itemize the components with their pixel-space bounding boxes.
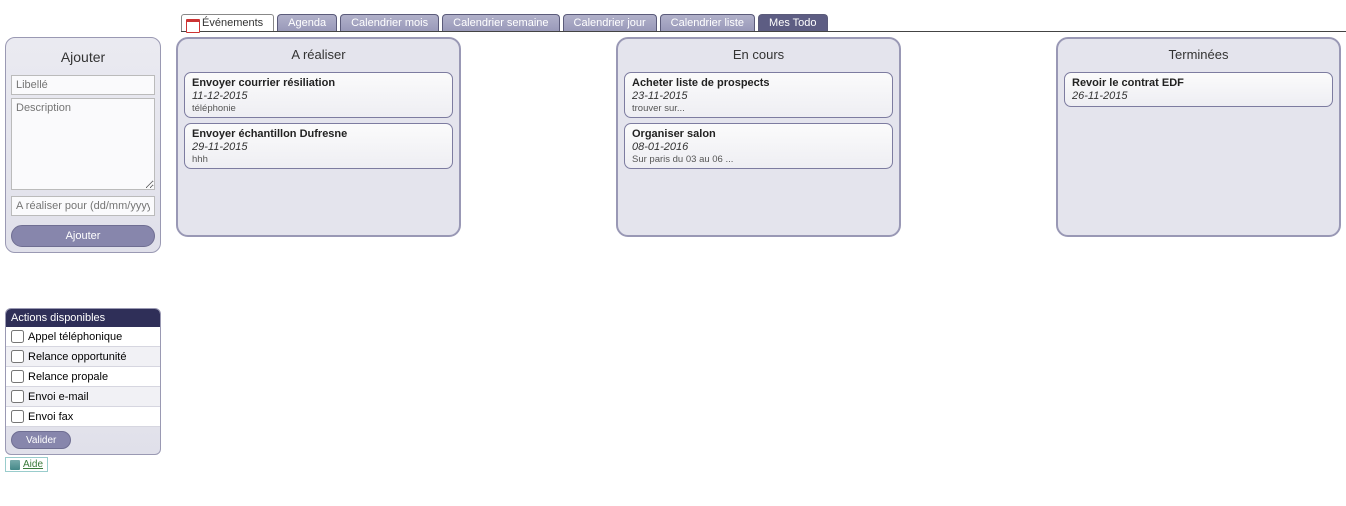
tab-agenda[interactable]: Agenda [277, 14, 337, 31]
card-date: 08-01-2016 [632, 141, 885, 153]
tab-mes-todo[interactable]: Mes Todo [758, 14, 828, 31]
action-checkbox[interactable] [11, 390, 24, 403]
actions-panel-title: Actions disponibles [6, 309, 160, 327]
todo-card[interactable]: Acheter liste de prospects 23-11-2015 tr… [624, 72, 893, 118]
action-label: Envoi fax [28, 411, 73, 423]
libelle-input[interactable] [11, 75, 155, 95]
column-title: En cours [618, 39, 899, 72]
card-title: Envoyer courrier résiliation [192, 77, 445, 89]
column-title: Terminées [1058, 39, 1339, 72]
tab-calendrier-liste[interactable]: Calendrier liste [660, 14, 755, 31]
help-label: Aide [23, 459, 43, 470]
action-label: Relance propale [28, 371, 108, 383]
card-note: trouver sur... [632, 103, 885, 114]
action-checkbox[interactable] [11, 350, 24, 363]
action-label: Appel téléphonique [28, 331, 122, 343]
tabs-bar: Événements Agenda Calendrier mois Calend… [181, 15, 1346, 32]
card-note: Sur paris du 03 au 06 ... [632, 154, 885, 165]
todo-card[interactable]: Envoyer échantillon Dufresne 29-11-2015 … [184, 123, 453, 169]
calendar-icon [186, 17, 198, 29]
todo-card[interactable]: Organiser salon 08-01-2016 Sur paris du … [624, 123, 893, 169]
card-title: Envoyer échantillon Dufresne [192, 128, 445, 140]
column-done: Terminées Revoir le contrat EDF 26-11-20… [1056, 37, 1341, 237]
action-row[interactable]: Relance propale [6, 367, 160, 387]
card-note: téléphonie [192, 103, 445, 114]
actions-panel: Actions disponibles Appel téléphonique R… [5, 308, 161, 455]
page-category-label: Événements [181, 14, 274, 31]
column-box: A réaliser Envoyer courrier résiliation … [176, 37, 461, 237]
column-box: En cours Acheter liste de prospects 23-1… [616, 37, 901, 237]
action-row[interactable]: Appel téléphonique [6, 327, 160, 347]
column-inprogress: En cours Acheter liste de prospects 23-1… [616, 37, 901, 237]
action-checkbox[interactable] [11, 370, 24, 383]
action-row[interactable]: Relance opportunité [6, 347, 160, 367]
page-category-text: Événements [202, 17, 263, 29]
add-panel-title: Ajouter [11, 43, 155, 75]
action-checkbox[interactable] [11, 410, 24, 423]
card-title: Revoir le contrat EDF [1072, 77, 1325, 89]
action-row[interactable]: Envoi fax [6, 407, 160, 427]
column-box: Terminées Revoir le contrat EDF 26-11-20… [1056, 37, 1341, 237]
book-icon [10, 460, 20, 470]
tab-calendrier-jour[interactable]: Calendrier jour [563, 14, 657, 31]
tab-calendrier-mois[interactable]: Calendrier mois [340, 14, 439, 31]
card-title: Acheter liste de prospects [632, 77, 885, 89]
column-title: A réaliser [178, 39, 459, 72]
action-checkbox[interactable] [11, 330, 24, 343]
action-row[interactable]: Envoi e-mail [6, 387, 160, 407]
card-date: 29-11-2015 [192, 141, 445, 153]
todo-card[interactable]: Envoyer courrier résiliation 11-12-2015 … [184, 72, 453, 118]
card-note: hhh [192, 154, 445, 165]
description-input[interactable] [11, 98, 155, 190]
card-date: 23-11-2015 [632, 90, 885, 102]
help-link[interactable]: Aide [5, 457, 48, 472]
action-label: Relance opportunité [28, 351, 126, 363]
column-todo: A réaliser Envoyer courrier résiliation … [176, 37, 461, 237]
card-title: Organiser salon [632, 128, 885, 140]
validate-button[interactable]: Valider [11, 431, 71, 449]
todo-card[interactable]: Revoir le contrat EDF 26-11-2015 [1064, 72, 1333, 107]
action-label: Envoi e-mail [28, 391, 89, 403]
card-date: 26-11-2015 [1072, 90, 1325, 102]
kanban-columns: A réaliser Envoyer courrier résiliation … [176, 37, 1341, 237]
add-panel: Ajouter Ajouter [5, 37, 161, 253]
tab-calendrier-semaine[interactable]: Calendrier semaine [442, 14, 559, 31]
add-button[interactable]: Ajouter [11, 225, 155, 247]
date-input[interactable] [11, 196, 155, 216]
card-date: 11-12-2015 [192, 90, 445, 102]
